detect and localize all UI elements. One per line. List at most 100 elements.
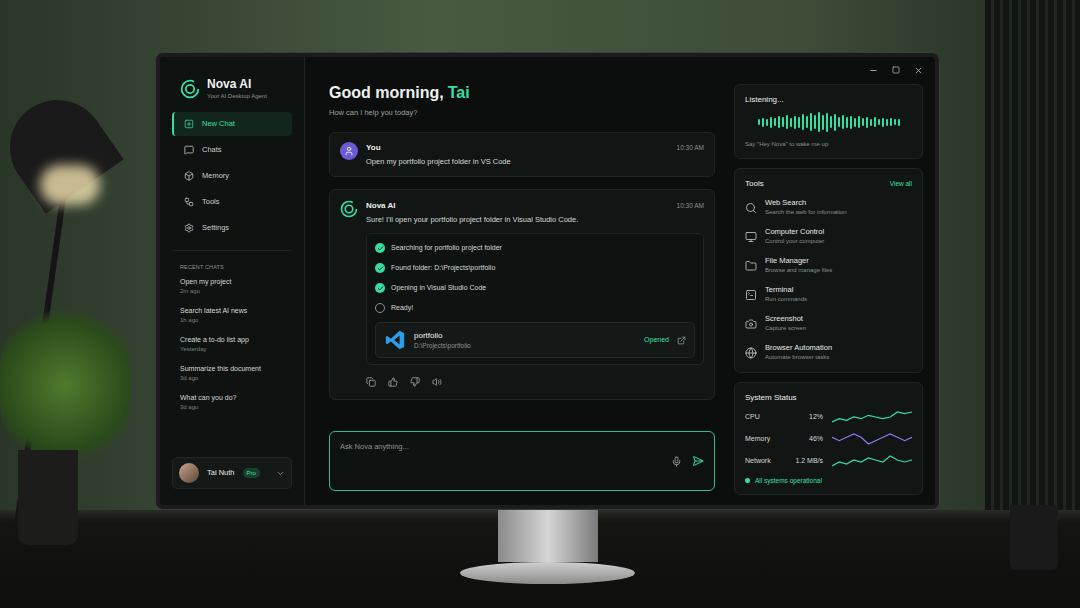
speaker-icon[interactable] [432,377,442,387]
recent-chat[interactable]: Search latest AI news1h ago [180,306,284,325]
recent-chat[interactable]: Summarize this document3d ago [180,364,284,383]
view-all-link[interactable]: View all [890,179,912,188]
metric-row: Network1.2 MB/s [745,453,912,468]
right-panel: Listening...Say "Hey Nova" to wake me up… [725,57,935,505]
result-card[interactable]: portfolioD:\Projects\portfolio Opened [375,322,695,358]
waveform-bar [866,117,868,128]
tools-card: ToolsView all Web SearchSearch the web fo… [734,168,923,373]
tool-item[interactable]: ScreenshotCapture screen [745,313,912,334]
message-body: You10:30 AMOpen my portfolio project fol… [366,142,704,167]
user-avatar [179,463,199,483]
tools-header: ToolsView all [745,178,912,189]
message-header: You10:30 AM [366,142,704,153]
step-done-icon [375,283,385,293]
metric-value: 12% [785,412,823,422]
result-status: Opened [644,335,669,345]
copy-icon[interactable] [366,377,376,387]
tool-item[interactable]: Browser AutomationAutomate browser tasks [745,342,912,363]
waveform-bar [786,115,788,129]
waveform-bar [774,118,776,126]
chevron-down-icon[interactable] [276,469,285,478]
vscode-logo-icon [384,329,406,351]
user-profile[interactable]: Tai NuthPro [172,457,292,489]
sidebar-item[interactable]: New Chat [172,112,292,136]
tool-text: Browser AutomationAutomate browser tasks [765,343,832,362]
recent-chat-time: 2m ago [180,287,284,296]
input-actions [671,455,704,467]
recent-chat-time: 3d ago [180,374,284,383]
app-tagline: Your AI Desktop Agent [207,92,267,100]
task-step-label: Searching for portfolio project folder [391,243,502,253]
tool-item[interactable]: File ManagerBrowse and manage files [745,255,912,276]
check-icon [377,285,384,292]
sparkline-chart [832,454,912,468]
task-progress: Searching for portfolio project folderFo… [366,233,704,365]
person-icon [344,146,354,156]
sidebar-item[interactable]: Memory [172,164,292,188]
metric-chart [832,410,912,424]
sidebar-item[interactable]: Chats [172,138,292,162]
waveform-bar [778,116,780,128]
tool-item[interactable]: Web SearchSearch the web for information [745,197,912,218]
thumbs-down-icon[interactable] [410,377,420,387]
step-done-icon [375,263,385,273]
tool-text: Web SearchSearch the web for information [765,198,847,217]
external-link-icon[interactable] [677,336,686,345]
recent-chat-time: Yesterday [180,345,284,354]
window-controls [734,65,923,75]
message-header: Nova AI10:30 AM [366,200,704,211]
waveform-bar [790,118,792,127]
waveform-bar [766,119,768,126]
metric-chart [832,454,912,468]
tool-description: Run commands [765,295,807,304]
result-info: portfolioD:\Projects\portfolio [414,330,471,350]
metric-row: Memory46% [745,431,912,446]
waveform-bar [782,117,784,127]
waveform-bar [802,114,804,130]
tool-item[interactable]: TerminalRun commands [745,284,912,305]
listening-title: Listening... [745,94,912,105]
sidebar-nav: New Chat Chats MemoryToolsSettings [172,112,292,240]
message-text: Sure! I'll open your portfolio project f… [366,215,704,225]
sidebar-item[interactable]: Settings [172,216,292,240]
metric-value: 1.2 MB/s [785,456,823,466]
waveform-bar [834,114,836,131]
metric-value: 46% [785,434,823,444]
recent-chat[interactable]: What can you do?3d ago [180,393,284,412]
tool-description: Automate browser tasks [765,353,832,362]
nova-logo-icon [180,79,200,99]
minimize-icon[interactable] [869,66,878,75]
brand-text: Nova AIYour AI Desktop Agent [207,77,267,100]
result-name: portfolio [414,330,471,341]
microphone-icon[interactable] [671,456,682,467]
monitor-screen: Nova AIYour AI Desktop Agent New Chat Chat… [155,52,940,510]
chat-panel: Good morning,TaiHow can I help you today… [305,57,725,505]
message-time: 10:30 AM [677,143,704,152]
task-step-label: Ready! [391,303,413,313]
tools-list: Web SearchSearch the web for information… [745,197,912,363]
recent-chat[interactable]: Open my project2m ago [180,277,284,296]
sidebar-divider [172,250,292,251]
tool-item[interactable]: Computer ControlControl your computer [745,226,912,247]
tool-description: Control your computer [765,237,824,246]
thumbs-up-icon[interactable] [388,377,398,387]
sidebar-item[interactable]: Tools [172,190,292,214]
task-step: Ready! [375,302,695,314]
sidebar-item-label: Chats [202,145,222,155]
send-icon[interactable] [692,455,704,467]
close-icon[interactable] [914,66,923,75]
monitor-base [460,562,635,584]
gear-icon [184,223,194,233]
monitor-neck [498,510,598,562]
maximize-icon[interactable] [892,66,900,74]
waveform-bar [850,116,852,129]
recent-chat[interactable]: Create a to-do list appYesterday [180,335,284,354]
waveform-bar [878,119,880,125]
sparkline-chart [832,410,912,424]
waveform-bar [770,117,772,128]
tool-description: Search the web for information [765,208,847,217]
message-input[interactable]: Ask Nova anything... [329,431,715,491]
new-chat-icon [184,119,194,129]
cup [1010,505,1058,570]
metric-chart [832,432,912,446]
